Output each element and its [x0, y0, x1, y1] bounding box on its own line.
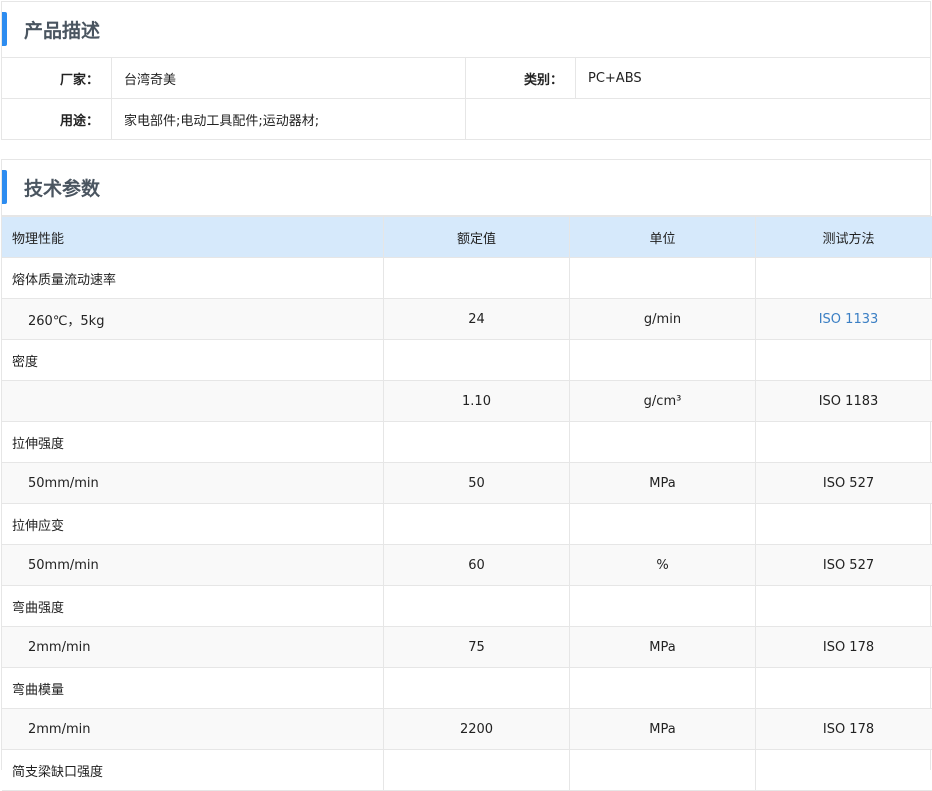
property-group-row: 熔体质量流动速率 [2, 258, 932, 299]
value-cell: 50 [384, 463, 570, 504]
test-method-cell: ISO 1183 [756, 381, 932, 422]
section-header: 产品描述 [2, 2, 930, 58]
unit-cell [570, 422, 756, 463]
test-method-cell: ISO 178 [756, 709, 932, 750]
unit-cell [570, 668, 756, 709]
property-cell: 50mm/min [2, 545, 384, 586]
column-header: 单位 [570, 217, 756, 258]
property-cell: 熔体质量流动速率 [2, 258, 384, 299]
column-header: 测试方法 [756, 217, 932, 258]
property-group-row: 简支梁缺口强度 [2, 750, 932, 791]
property-cell [2, 381, 384, 422]
test-method-cell: ISO 527 [756, 545, 932, 586]
value-cell [384, 504, 570, 545]
property-cell: 弯曲模量 [2, 668, 384, 709]
test-method-cell [756, 750, 932, 791]
value-cell: 2200 [384, 709, 570, 750]
table-row: 50mm/min60%ISO 527 [2, 545, 932, 586]
category-label: 类别： [466, 58, 576, 98]
accent-bar [2, 12, 7, 46]
value-cell [384, 340, 570, 381]
test-method-cell: ISO 527 [756, 463, 932, 504]
value-cell: 75 [384, 627, 570, 668]
accent-bar [2, 170, 7, 204]
section-title: 产品描述 [24, 16, 100, 43]
table-row: 50mm/min50MPaISO 527 [2, 463, 932, 504]
unit-cell: MPa [570, 463, 756, 504]
value-cell: 60 [384, 545, 570, 586]
property-group-row: 弯曲模量 [2, 668, 932, 709]
property-cell: 260℃，5kg [2, 299, 384, 340]
unit-cell: % [570, 545, 756, 586]
product-description-panel: 产品描述 厂家： 台湾奇美 类别： PC+ABS 用途： 家电部件;电动工具配件… [1, 1, 931, 140]
empty-cell [466, 99, 930, 139]
test-method-cell [756, 422, 932, 463]
test-method-cell [756, 504, 932, 545]
unit-cell [570, 586, 756, 627]
property-group-row: 拉伸强度 [2, 422, 932, 463]
table-row: 2mm/min75MPaISO 178 [2, 627, 932, 668]
usage-value: 家电部件;电动工具配件;运动器材; [112, 99, 466, 139]
test-method-cell[interactable]: ISO 1133 [756, 299, 932, 340]
table-row: 2mm/min2200MPaISO 178 [2, 709, 932, 750]
test-method-cell [756, 586, 932, 627]
test-method-cell [756, 340, 932, 381]
property-cell: 拉伸强度 [2, 422, 384, 463]
unit-cell [570, 258, 756, 299]
test-method-cell [756, 668, 932, 709]
unit-cell [570, 504, 756, 545]
section-header: 技术参数 [2, 160, 930, 216]
technical-parameters-panel: 技术参数 物理性能 额定值 单位 测试方法 熔体质量流动速率260℃，5kg24… [1, 159, 931, 770]
property-cell: 拉伸应变 [2, 504, 384, 545]
table-row: 260℃，5kg24g/minISO 1133 [2, 299, 932, 340]
usage-label: 用途： [2, 99, 112, 139]
unit-cell [570, 340, 756, 381]
value-cell [384, 668, 570, 709]
value-cell: 1.10 [384, 381, 570, 422]
property-cell: 简支梁缺口强度 [2, 750, 384, 791]
manufacturer-value: 台湾奇美 [112, 58, 466, 98]
value-cell [384, 586, 570, 627]
info-row: 厂家： 台湾奇美 类别： PC+ABS [2, 58, 930, 99]
manufacturer-label: 厂家： [2, 58, 112, 98]
property-cell: 密度 [2, 340, 384, 381]
unit-cell: MPa [570, 627, 756, 668]
column-header: 额定值 [384, 217, 570, 258]
property-cell: 2mm/min [2, 627, 384, 668]
test-method-cell: ISO 178 [756, 627, 932, 668]
property-group-row: 弯曲强度 [2, 586, 932, 627]
unit-cell [570, 750, 756, 791]
unit-cell: MPa [570, 709, 756, 750]
value-cell [384, 422, 570, 463]
property-cell: 2mm/min [2, 709, 384, 750]
property-cell: 弯曲强度 [2, 586, 384, 627]
unit-cell: g/min [570, 299, 756, 340]
property-group-row: 密度 [2, 340, 932, 381]
column-header: 物理性能 [2, 217, 384, 258]
info-row: 用途： 家电部件;电动工具配件;运动器材; [2, 99, 930, 139]
parameters-table: 物理性能 额定值 单位 测试方法 熔体质量流动速率260℃，5kg24g/min… [2, 216, 932, 791]
test-method-cell [756, 258, 932, 299]
table-header-row: 物理性能 额定值 单位 测试方法 [2, 217, 932, 258]
category-value: PC+ABS [576, 58, 930, 98]
value-cell: 24 [384, 299, 570, 340]
property-cell: 50mm/min [2, 463, 384, 504]
value-cell [384, 258, 570, 299]
property-group-row: 拉伸应变 [2, 504, 932, 545]
value-cell [384, 750, 570, 791]
unit-cell: g/cm³ [570, 381, 756, 422]
section-title: 技术参数 [24, 174, 100, 201]
table-row: 1.10g/cm³ISO 1183 [2, 381, 932, 422]
